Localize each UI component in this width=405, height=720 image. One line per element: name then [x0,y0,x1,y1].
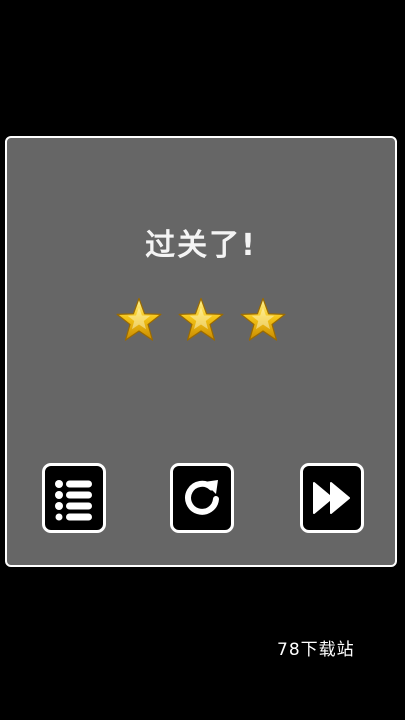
restart-arrow-icon [185,480,219,515]
star-filled-icon [240,297,286,341]
level-menu-button[interactable] [42,463,106,533]
star-filled-icon [116,297,162,341]
dialog-button-row [7,463,395,535]
game-screen: 过关了! 78下载站 [0,0,405,720]
level-complete-dialog: 过关了! [5,136,397,567]
star-rating [7,296,395,348]
retry-button[interactable] [170,463,234,533]
fast-forward-icon [313,482,350,514]
list-menu-icon [55,480,92,521]
level-complete-title: 过关了! [145,228,257,263]
star-filled-icon [178,297,224,341]
next-level-button[interactable] [300,463,364,533]
watermark-text: 78下载站 [277,640,355,660]
